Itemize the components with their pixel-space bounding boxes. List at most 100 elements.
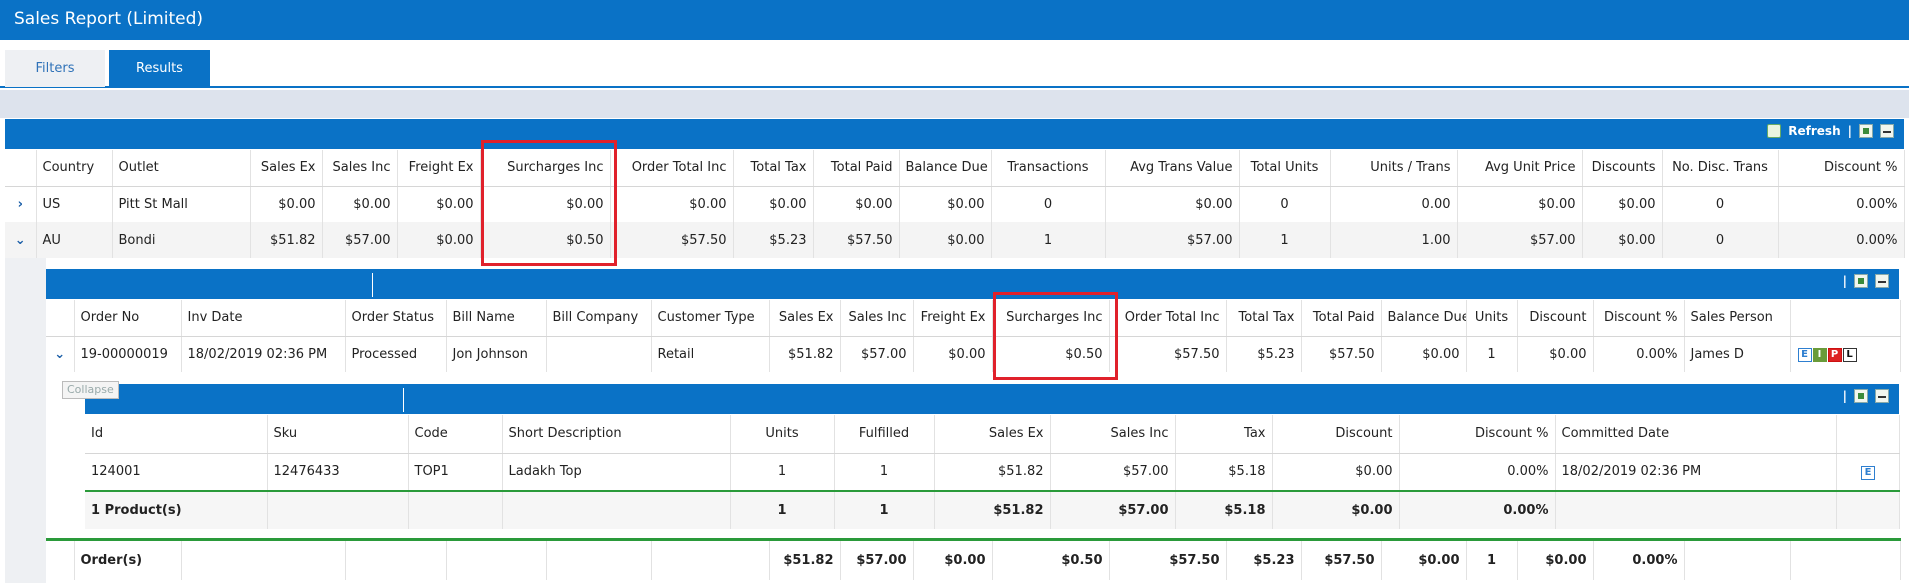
column-header: Discount [1272,415,1400,454]
table-cell: US [36,186,113,222]
table-cell: $5.23 [733,222,814,258]
table-row[interactable]: 124001 12476433 TOP1 Ladakh Top 1 1 $51.82 $57.… [85,453,1900,491]
column-header: Total Tax [733,150,814,187]
collapse-tooltip: Collapse [62,381,119,399]
email-icon[interactable]: E [1861,465,1875,480]
summary-cell [408,490,503,529]
table-cell: $0.00 [397,186,481,222]
csv-export-icon[interactable] [1875,274,1889,288]
column-header: Outlet [112,150,251,187]
summary-cell [502,490,731,529]
nested-indent [5,258,46,583]
column-header: Units / Trans [1330,150,1458,187]
column-header: Order Total Inc [1109,300,1227,337]
column-header: Country [36,150,113,187]
table-cell: 1 [1466,336,1518,372]
summary-cell: $0.50 [992,538,1110,580]
table-cell: 0 [1662,186,1779,222]
table-cell: 1.00 [1330,222,1458,258]
table-cell: $57.50 [610,222,734,258]
table-cell: $0.00 [1381,336,1467,372]
summary-cell: $57.00 [1050,490,1176,529]
table-cell: TOP1 [408,453,503,491]
column-header: Bill Name [446,300,547,337]
excel-export-icon[interactable] [1854,389,1868,403]
column-header: Total Units [1239,150,1331,187]
refresh-button[interactable]: Refresh [1788,124,1840,138]
column-header: Freight Ex [397,150,481,187]
column-header: Balance Due [1381,300,1467,337]
orders-toolbar: | [46,269,1899,299]
table-cell: $0.00 [899,186,992,222]
csv-export-icon[interactable] [1875,389,1889,403]
results-band [0,90,1909,118]
tab-filters[interactable]: Filters [5,50,105,87]
column-header: Freight Ex [913,300,993,337]
summary-cell: 1 Product(s) [85,490,268,529]
summary-cell: 0.00% [1399,490,1556,529]
table-cell [546,336,652,372]
table-cell: $0.00 [733,186,814,222]
summary-cell: 0.00% [1593,538,1685,580]
table-cell: $0.00 [1272,453,1400,491]
items-summary-row: 1 Product(s) 1 1 $51.82 $57.00 $5.18 $0.00 0.00… [85,490,1900,529]
column-header: Tax [1175,415,1273,454]
expand-toggle[interactable]: ⌄ [5,222,37,258]
table-cell: 0.00% [1778,222,1905,258]
column-header [1836,415,1900,454]
table-row[interactable]: ⌄ 19-00000019 18/02/2019 02:36 PM Processed… [46,336,1901,372]
column-header: Short Description [502,415,731,454]
column-header: Discount % [1399,415,1556,454]
table-row[interactable]: › US Pitt St Mall $0.00 $0.00 $0.00 $0.00 $0.00… [5,186,1905,222]
summary-cell [446,538,547,580]
table-cell: $51.82 [250,222,323,258]
table-cell: $0.00 [913,336,993,372]
table-cell: James D [1684,336,1791,372]
summary-cell: $5.18 [1175,490,1273,529]
summary-cell [1790,538,1901,580]
expand-toggle[interactable]: › [5,186,37,222]
invoice-icon[interactable]: I [1812,348,1827,363]
summary-cell: 1 [834,490,935,529]
table-row[interactable]: ⌄ AU Bondi $51.82 $57.00 $0.00 $0.50 $57.50 $5.2… [5,222,1905,258]
table-cell: $5.18 [1175,453,1273,491]
table-cell: $51.82 [934,453,1051,491]
table-cell: $0.00 [480,186,611,222]
table-cell: 0 [1239,186,1331,222]
column-header: Committed Date [1555,415,1837,454]
column-header: Total Paid [1301,300,1382,337]
excel-export-icon[interactable] [1859,124,1873,138]
table-cell: $0.00 [1582,186,1663,222]
table-cell: 0.00% [1593,336,1685,372]
label-icon[interactable]: L [1842,348,1857,363]
tab-results[interactable]: Results [109,50,210,87]
email-icon[interactable]: E [1797,348,1812,363]
column-header: Sales Inc [840,300,914,337]
column-header: Transactions [991,150,1106,187]
table-cell: $0.00 [397,222,481,258]
table-cell: $0.00 [1105,186,1240,222]
excel-export-icon[interactable] [1854,274,1868,288]
collapse-toggle[interactable]: ⌄ [46,336,75,372]
refresh-icon[interactable] [1767,124,1782,138]
summary-cell [546,538,652,580]
table-cell: $57.50 [1109,336,1227,372]
column-header: Inv Date [181,300,346,337]
table-cell: $0.50 [480,222,611,258]
pdf-icon[interactable]: P [1827,348,1842,363]
table-cell: 18/02/2019 02:36 PM [1555,453,1837,491]
outlet-table-header: Country Outlet Sales Ex Sales Inc Freight Ex… [5,150,1905,187]
column-header: Id [85,415,268,454]
column-header: Avg Trans Value [1105,150,1240,187]
column-header: Sales Ex [769,300,841,337]
table-cell: $0.00 [899,222,992,258]
row-actions: E [1836,453,1900,491]
column-header: Sales Inc [322,150,398,187]
table-cell: $57.50 [1301,336,1382,372]
table-cell: $0.00 [322,186,398,222]
table-cell: AU [36,222,113,258]
column-header: Order Status [345,300,447,337]
expander-header [5,150,37,187]
table-cell: 1 [834,453,935,491]
csv-export-icon[interactable] [1880,124,1894,138]
